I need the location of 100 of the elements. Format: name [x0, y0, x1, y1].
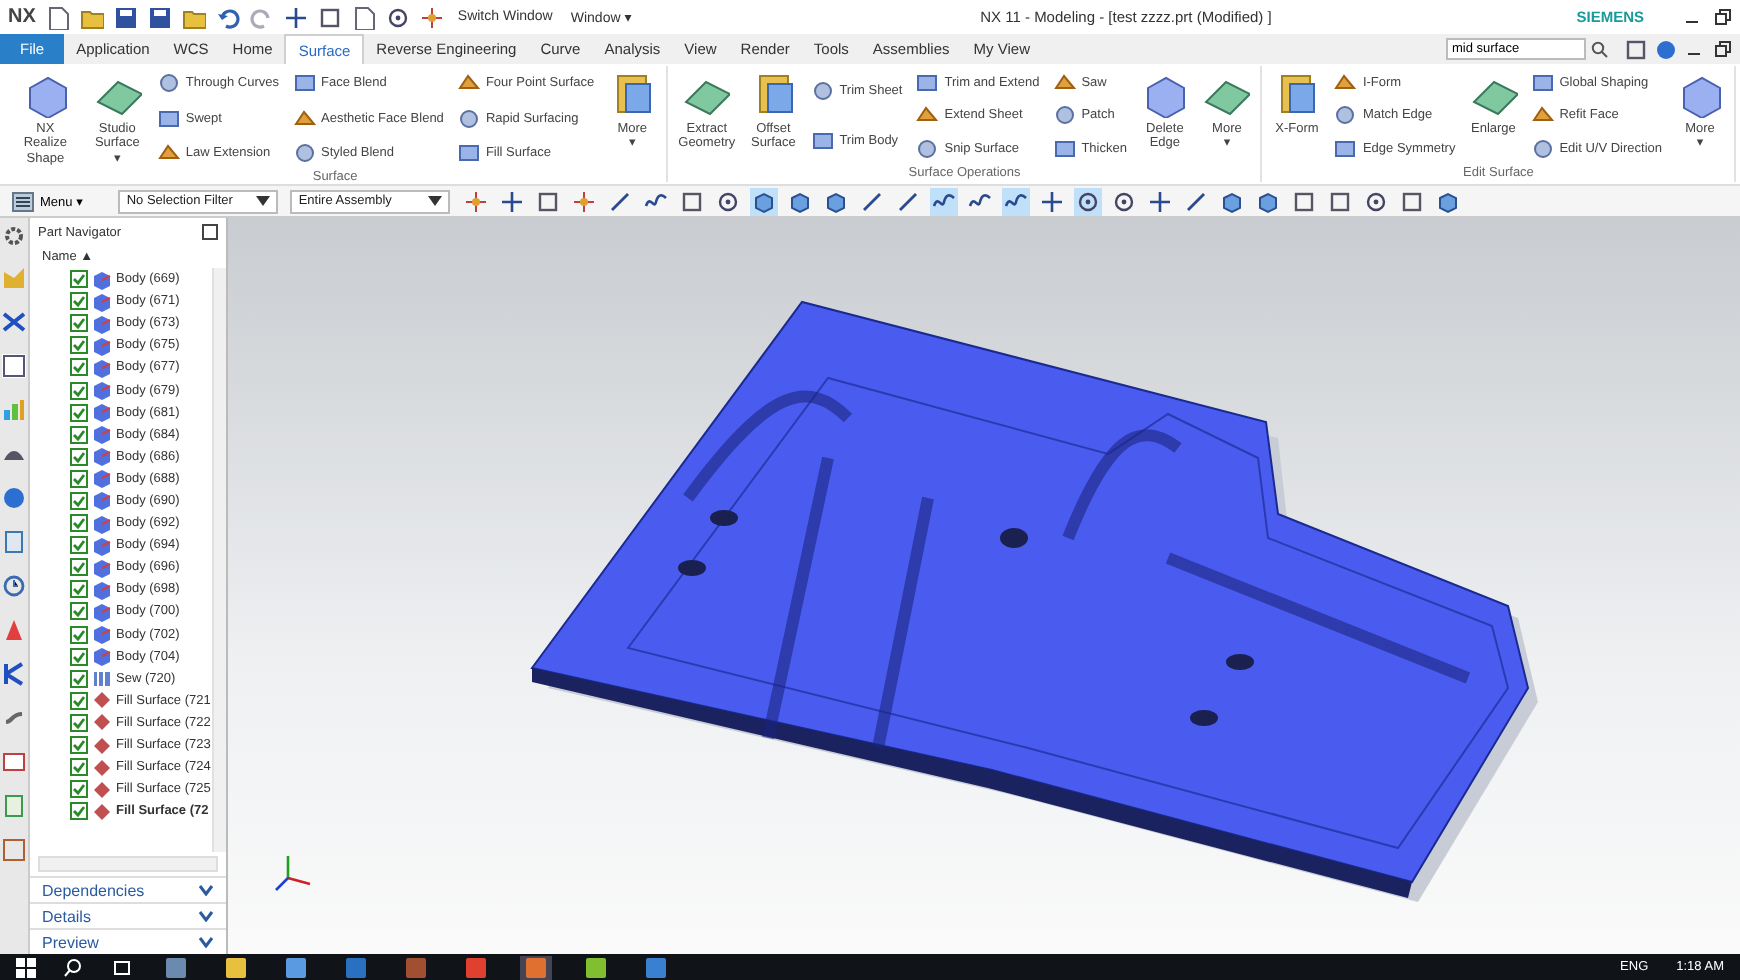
checkbox[interactable] — [70, 802, 88, 821]
cross-icon[interactable] — [2, 310, 26, 334]
undo-icon[interactable] — [215, 5, 240, 29]
checkbox[interactable] — [70, 514, 88, 533]
new-file-icon[interactable] — [351, 5, 376, 29]
restore-icon[interactable] — [1712, 39, 1732, 59]
surface-icon — [92, 779, 112, 800]
checkbox[interactable] — [70, 314, 88, 333]
checkbox[interactable] — [70, 758, 88, 777]
curve-icon[interactable] — [930, 187, 959, 215]
surface-tool-icon — [916, 104, 939, 127]
surface-tool-icon — [1334, 71, 1357, 94]
checkbox[interactable] — [70, 292, 88, 311]
checkbox[interactable] — [70, 447, 88, 466]
checkbox[interactable] — [70, 469, 88, 488]
task-view-icon[interactable] — [112, 957, 132, 977]
body-icon — [92, 335, 112, 356]
plus-icon[interactable] — [1038, 187, 1067, 215]
square-icon[interactable] — [678, 187, 707, 215]
square-icon[interactable] — [1290, 187, 1319, 215]
curve-icon[interactable] — [1002, 187, 1031, 215]
checkbox[interactable] — [70, 425, 88, 444]
scrollbar[interactable] — [38, 856, 218, 872]
plus-icon[interactable] — [283, 5, 308, 29]
gear-icon[interactable] — [4, 226, 24, 246]
graphics-window[interactable] — [228, 218, 1740, 954]
body-icon — [92, 380, 112, 401]
square-icon[interactable] — [1398, 187, 1427, 215]
checkbox[interactable] — [70, 669, 88, 688]
checkbox[interactable] — [70, 403, 88, 422]
surface-tool-icon — [1334, 138, 1357, 161]
point-icon[interactable] — [419, 5, 444, 29]
line-icon[interactable] — [858, 187, 887, 215]
search-icon — [1590, 40, 1608, 58]
surface-tool-icon — [1334, 104, 1357, 127]
checkbox[interactable] — [70, 270, 88, 289]
surface-tool-icon — [457, 142, 480, 165]
checkbox[interactable] — [70, 780, 88, 799]
surface-tool-icon — [811, 130, 834, 152]
new-file-icon[interactable] — [45, 5, 70, 29]
body-icon — [92, 513, 112, 534]
surface-tool-icon — [1053, 104, 1076, 127]
surface-tool-icon — [293, 142, 315, 165]
axis-triad-icon — [272, 850, 316, 894]
checkbox[interactable] — [70, 580, 88, 599]
checkbox[interactable] — [70, 625, 88, 644]
line-icon[interactable] — [894, 187, 923, 215]
restore-icon[interactable] — [1712, 7, 1732, 27]
checkbox[interactable] — [70, 713, 88, 732]
maximize-icon[interactable] — [202, 224, 218, 240]
menu-icon — [12, 191, 34, 211]
point-icon[interactable] — [462, 187, 491, 215]
checkbox[interactable] — [70, 491, 88, 510]
checkbox[interactable] — [70, 381, 88, 400]
circle-icon[interactable] — [1110, 187, 1139, 215]
body-icon — [92, 269, 112, 290]
triangle-icon[interactable] — [2, 618, 26, 642]
body-icon — [92, 313, 112, 334]
line-icon[interactable] — [606, 187, 635, 215]
body-icon — [92, 357, 112, 378]
circle-icon[interactable] — [385, 5, 410, 29]
line-icon[interactable] — [1182, 187, 1211, 215]
circle-icon[interactable] — [1362, 187, 1391, 215]
checkbox[interactable] — [70, 602, 88, 621]
square-icon[interactable] — [1326, 187, 1355, 215]
panel-header[interactable]: Preview — [30, 928, 226, 954]
body-icon — [92, 424, 112, 445]
checkbox[interactable] — [70, 647, 88, 666]
panel-header[interactable]: Dependencies — [30, 876, 226, 902]
checkbox[interactable] — [70, 691, 88, 710]
surface-tool-icon — [157, 72, 180, 95]
body-icon — [92, 579, 112, 600]
windows-icon[interactable] — [16, 957, 36, 977]
app-logo: NX — [8, 6, 36, 28]
panel-header[interactable]: Details — [30, 902, 226, 928]
search-icon[interactable] — [64, 957, 84, 977]
checkbox[interactable] — [70, 358, 88, 377]
surface-tool-icon — [1531, 71, 1554, 94]
circle-icon[interactable] — [1074, 187, 1103, 215]
circle-icon[interactable] — [714, 187, 743, 215]
curve-icon[interactable] — [2, 706, 26, 730]
checkbox[interactable] — [70, 336, 88, 355]
save-icon[interactable] — [147, 5, 172, 29]
square-icon[interactable] — [534, 187, 563, 215]
clock-icon[interactable] — [2, 574, 26, 598]
checkbox[interactable] — [70, 558, 88, 577]
square-icon[interactable] — [317, 5, 342, 29]
body-icon — [92, 624, 112, 645]
checkbox[interactable] — [70, 736, 88, 755]
plus-icon[interactable] — [498, 187, 527, 215]
surface-icon — [92, 690, 112, 711]
save-icon[interactable] — [113, 5, 138, 29]
frame-icon[interactable] — [2, 838, 26, 862]
cube-icon[interactable] — [750, 187, 779, 215]
checkbox[interactable] — [70, 536, 88, 555]
square-icon[interactable] — [1624, 37, 1648, 61]
scrollbar[interactable] — [212, 268, 226, 852]
body-icon — [92, 446, 112, 467]
plus-icon[interactable] — [1146, 187, 1175, 215]
point-icon[interactable] — [570, 187, 599, 215]
